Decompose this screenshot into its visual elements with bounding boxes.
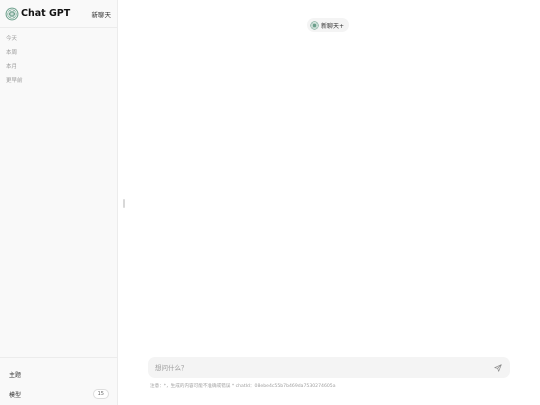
sidebar-footer: 主题 模型 15 xyxy=(0,357,117,405)
history-group-month[interactable]: 本月 xyxy=(0,60,117,74)
model-setting[interactable]: 模型 15 xyxy=(0,384,117,404)
new-chat-button[interactable]: 新聊天 xyxy=(92,9,112,19)
message-input[interactable] xyxy=(155,363,493,372)
send-button[interactable] xyxy=(493,363,503,373)
history-groups: 今天 本周 本月 更早前 xyxy=(0,28,117,88)
theme-label: 主题 xyxy=(9,371,22,379)
composer xyxy=(148,357,510,378)
model-count-badge: 15 xyxy=(92,389,109,399)
new-chat-pill[interactable]: 新聊天+ xyxy=(307,18,350,32)
history-group-week[interactable]: 本周 xyxy=(0,46,117,60)
model-label: 模型 xyxy=(9,391,22,399)
history-group-today[interactable]: 今天 xyxy=(0,32,117,46)
sidebar-collapse-handle[interactable] xyxy=(123,199,125,208)
history-group-earlier[interactable]: 更早前 xyxy=(0,74,117,88)
disclaimer-notice: 注意：*，生成的内容可能不准确或错误 * chatId：08ebe4c55b7b… xyxy=(150,384,336,389)
sidebar: Chat GPT 新聊天 今天 本周 本月 更早前 主题 模型 15 xyxy=(0,0,118,405)
sidebar-header: Chat GPT 新聊天 xyxy=(0,0,117,28)
theme-setting[interactable]: 主题 xyxy=(0,364,117,384)
send-icon xyxy=(494,363,502,372)
new-chat-pill-label: 新聊天+ xyxy=(321,22,345,30)
openai-logo-icon xyxy=(310,20,319,30)
openai-logo-icon xyxy=(5,7,19,20)
brand-title: Chat GPT xyxy=(21,8,71,19)
